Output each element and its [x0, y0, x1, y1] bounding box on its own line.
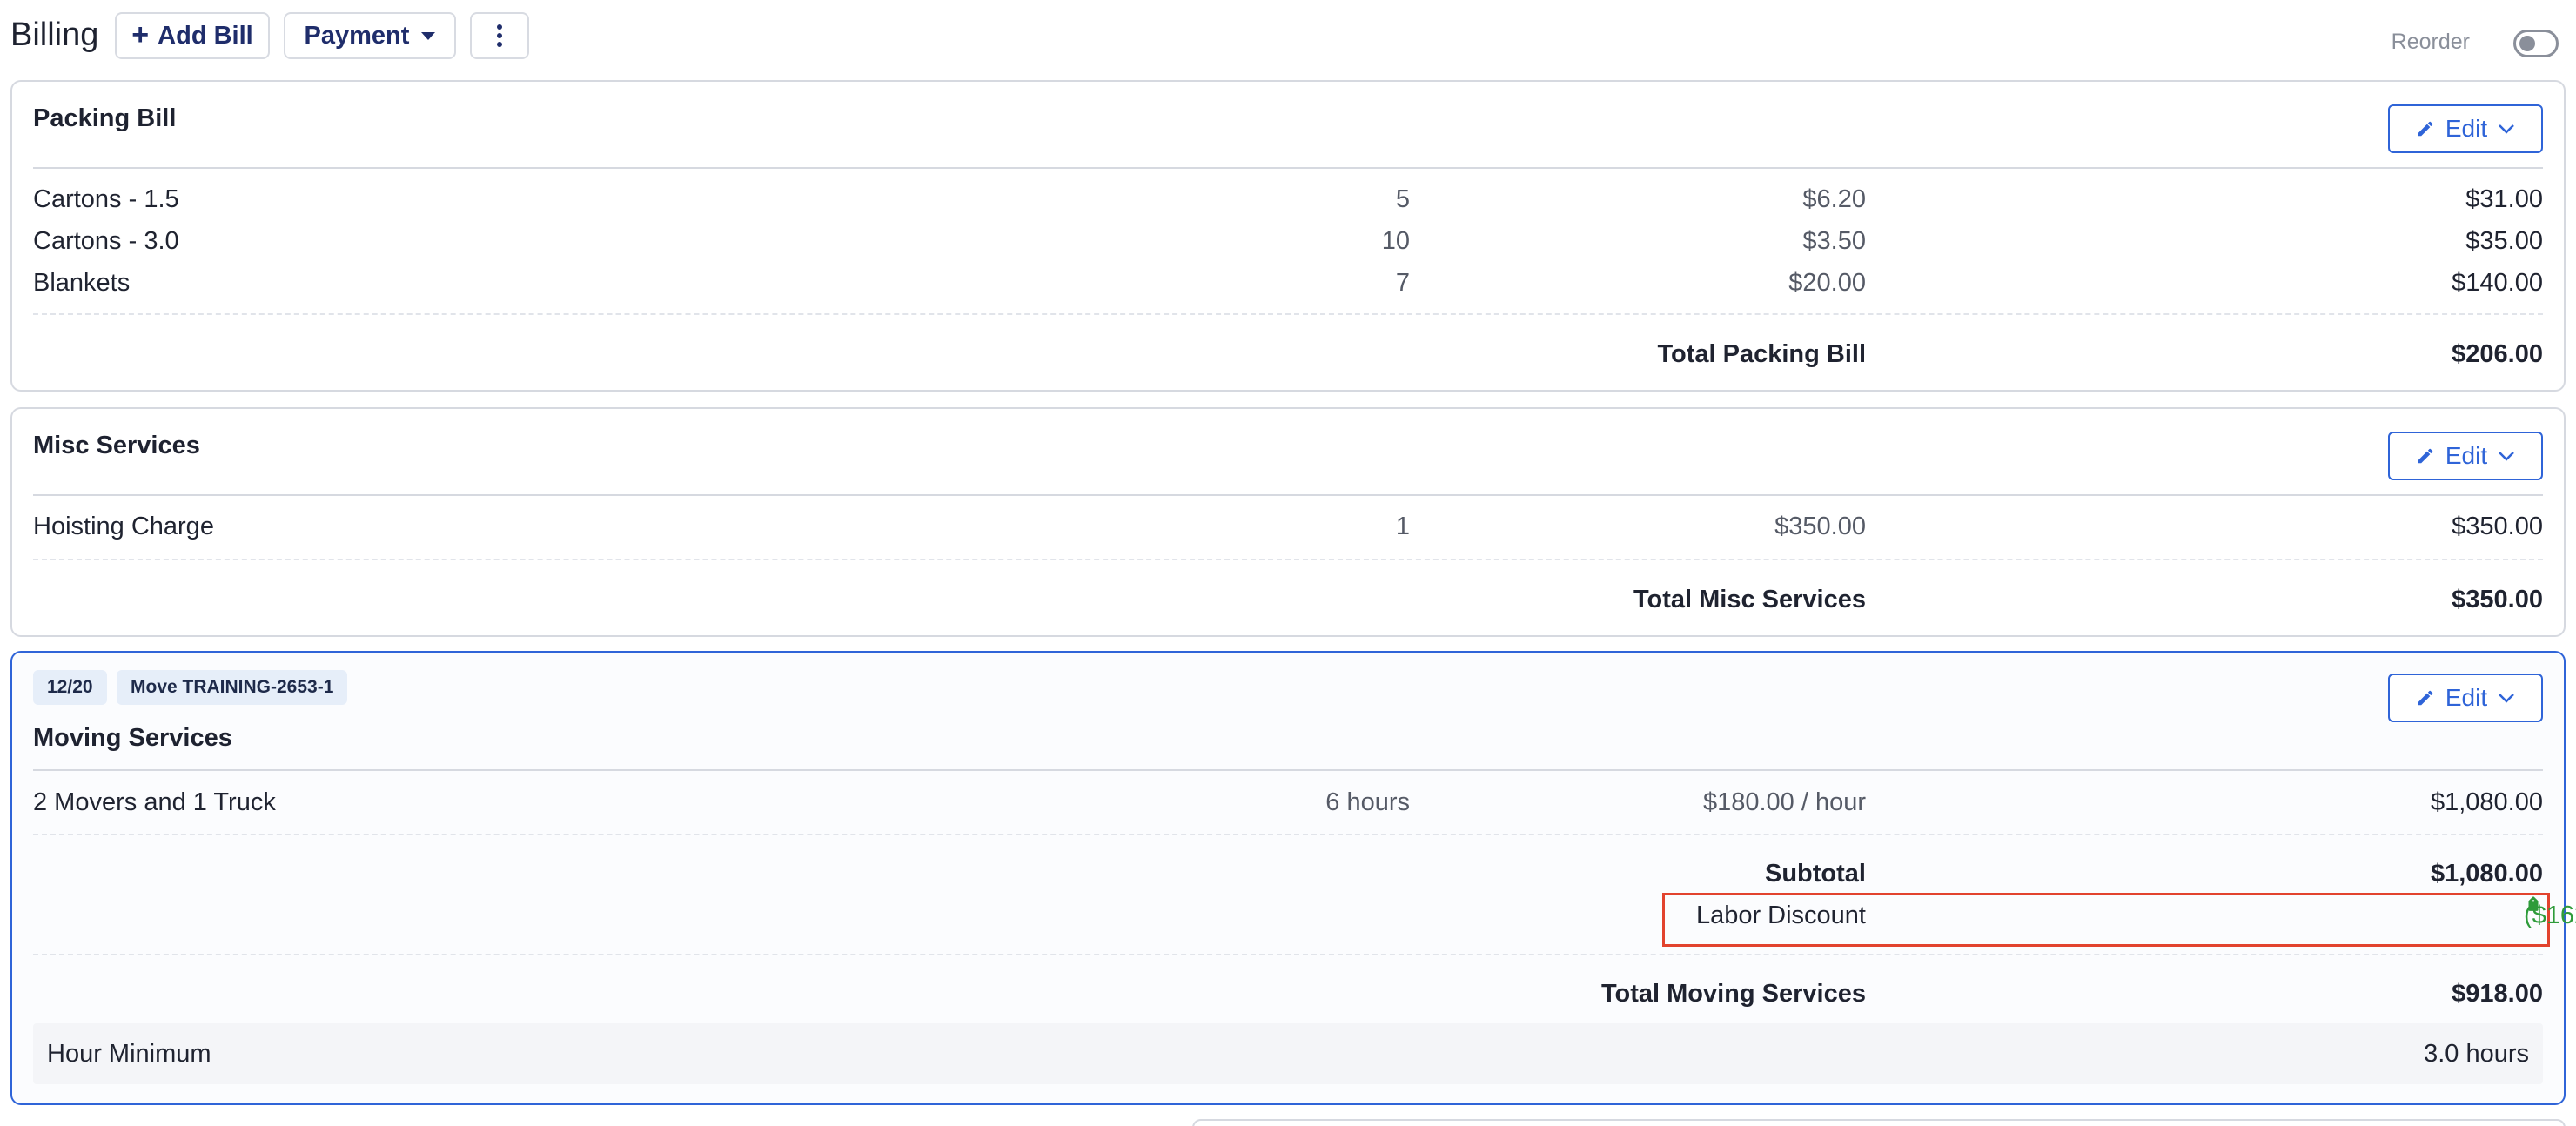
item-amount: $31.00: [2465, 185, 2543, 213]
caret-down-icon: [421, 31, 436, 40]
plus-icon: +: [131, 17, 150, 51]
total-row: Total Moving Services $918.00: [33, 975, 2543, 1013]
total-amount: $206.00: [2452, 340, 2543, 368]
chevron-down-icon: [2499, 452, 2515, 461]
page-title: Billing: [10, 17, 99, 53]
item-rate: $6.20: [1802, 185, 1866, 213]
moving-services-card: 12/20 Move TRAINING-2653-1 Moving Servic…: [10, 651, 2576, 1105]
dashed-divider: [33, 559, 2543, 560]
packing-bill-edit-button[interactable]: Edit: [2388, 104, 2543, 153]
edit-label: Edit: [2445, 684, 2488, 711]
total-label: Total Moving Services: [1600, 980, 1866, 1008]
date-badge: 12/20: [33, 670, 107, 705]
packing-bill-card: Packing Bill Edit Cartons - 1.5 5 $6.20 …: [10, 80, 2566, 392]
item-name: Cartons - 1.5: [33, 185, 179, 213]
pencil-icon: [2418, 121, 2433, 137]
item-rate: $180.00 / hour: [1702, 788, 1866, 816]
toggle-knob: [2519, 36, 2535, 51]
add-bill-label: Add Bill: [158, 21, 253, 50]
total-label: Total Packing Bill: [1657, 340, 1866, 368]
item-rate: $3.50: [1802, 227, 1866, 255]
line-item-row: Cartons - 3.0 10 $3.50 $35.00: [33, 222, 2543, 260]
hour-minimum-row: Hour Minimum 3.0 hours: [33, 1023, 2543, 1084]
dashed-divider: [33, 313, 2543, 315]
discount-row[interactable]: Labor Discount ($162.00): [33, 896, 2576, 935]
chevron-down-icon: [2499, 694, 2515, 703]
item-qty: 10: [1381, 227, 1410, 255]
next-card-edge: [1192, 1119, 2566, 1126]
divider: [33, 494, 2543, 496]
total-amount: $918.00: [2452, 980, 2543, 1008]
item-qty: 7: [1395, 269, 1410, 297]
total-amount: $350.00: [2452, 586, 2543, 613]
pencil-icon: [2418, 690, 2433, 706]
item-amount: $1,080.00: [2430, 788, 2543, 816]
misc-services-title: Misc Services: [33, 432, 200, 459]
item-name: Blankets: [33, 269, 131, 297]
item-qty: 5: [1395, 185, 1410, 213]
line-item-row: Blankets 7 $20.00 $140.00: [33, 264, 2543, 302]
subtotal-amount: $1,080.00: [2430, 860, 2543, 888]
more-options-button[interactable]: [470, 12, 529, 59]
item-amount: $140.00: [2452, 269, 2543, 297]
hour-minimum-value: 3.0 hours: [2424, 1040, 2529, 1068]
vertical-dots-icon: [497, 24, 502, 47]
item-name: 2 Movers and 1 Truck: [33, 788, 276, 816]
edit-label: Edit: [2445, 115, 2488, 142]
total-row: Total Misc Services $350.00: [33, 580, 2543, 619]
misc-services-edit-button[interactable]: Edit: [2388, 432, 2543, 480]
item-rate: $350.00: [1774, 513, 1866, 540]
divider: [33, 769, 2543, 771]
add-bill-button[interactable]: + Add Bill: [115, 12, 270, 59]
divider: [33, 167, 2543, 169]
item-qty: 6 hours: [1325, 788, 1410, 816]
moving-services-edit-button[interactable]: Edit: [2388, 674, 2543, 722]
item-rate: $20.00: [1788, 269, 1866, 297]
total-row: Total Packing Bill $206.00: [33, 335, 2543, 373]
payment-label: Payment: [304, 21, 410, 50]
item-name: Hoisting Charge: [33, 513, 214, 540]
billing-header: Billing + Add Bill Payment Reorder: [0, 0, 2576, 75]
item-qty: 1: [1395, 513, 1410, 540]
subtotal-label: Subtotal: [1765, 860, 1866, 888]
line-item-row: Cartons - 1.5 5 $6.20 $31.00: [33, 180, 2543, 218]
reorder-label: Reorder: [2391, 30, 2470, 54]
payment-dropdown-button[interactable]: Payment: [284, 12, 456, 59]
chevron-down-icon: [2499, 124, 2515, 134]
moving-services-title: Moving Services: [33, 724, 232, 752]
item-name: Cartons - 3.0: [33, 227, 179, 255]
discount-amount-cell: ($162.00): [2524, 896, 2576, 929]
item-amount: $35.00: [2465, 227, 2543, 255]
discount-amount: ($162.00): [2524, 901, 2576, 929]
hour-minimum-label: Hour Minimum: [47, 1040, 211, 1068]
packing-bill-title: Packing Bill: [33, 104, 177, 132]
item-amount: $350.00: [2452, 513, 2543, 540]
line-item-row: Hoisting Charge 1 $350.00 $350.00: [33, 507, 2543, 546]
pencil-icon: [2418, 448, 2433, 464]
line-item-row: 2 Movers and 1 Truck 6 hours $180.00 / h…: [33, 783, 2543, 821]
reorder-toggle[interactable]: [2513, 30, 2559, 57]
total-label: Total Misc Services: [1633, 586, 1866, 613]
dashed-divider: [33, 834, 2543, 835]
edit-label: Edit: [2445, 442, 2488, 469]
dashed-divider: [33, 954, 2543, 955]
subtotal-row: Subtotal $1,080.00: [33, 855, 2543, 893]
misc-services-card: Misc Services Edit Hoisting Charge 1 $35…: [10, 407, 2566, 637]
discount-label: Labor Discount: [1695, 901, 1866, 929]
move-id-badge: Move TRAINING-2653-1: [117, 670, 348, 705]
